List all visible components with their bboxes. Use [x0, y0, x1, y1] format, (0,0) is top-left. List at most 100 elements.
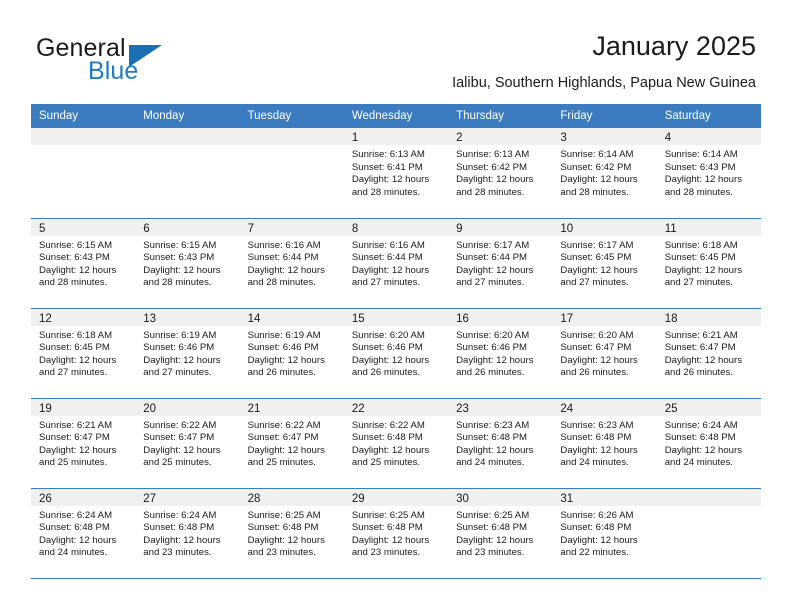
day-cell: 1 Sunrise: 6:13 AM Sunset: 6:41 PM Daylight… — [343, 128, 449, 217]
daylight-duration-line2: and 26 minutes. — [456, 367, 525, 379]
calendar-day-cell[interactable]: 18 Sunrise: 6:21 AM Sunset: 6:47 PM Dayligh… — [656, 308, 761, 399]
daylight-duration-line1: Daylight: 12 hours — [351, 174, 430, 186]
calendar-day-cell[interactable]: 22 Sunrise: 6:22 AM Sunset: 6:48 PM Dayligh… — [343, 398, 449, 489]
calendar-day-cell[interactable]: 7 Sunrise: 6:16 AM Sunset: 6:44 PM Daylight… — [239, 218, 344, 309]
calendar-day-cell[interactable]: 9 Sunrise: 6:17 AM Sunset: 6:44 PM Daylight… — [448, 218, 553, 309]
calendar-day-cell[interactable]: 1 Sunrise: 6:13 AM Sunset: 6:41 PM Daylight… — [343, 128, 449, 219]
calendar-day-cell[interactable]: 19 Sunrise: 6:21 AM Sunset: 6:47 PM Dayligh… — [31, 398, 136, 489]
page-title: January 2025 — [592, 31, 756, 61]
daylight-duration-line2: and 27 minutes. — [39, 367, 108, 379]
calendar-day-cell[interactable]: 28 Sunrise: 6:25 AM Sunset: 6:48 PM Dayligh… — [239, 488, 344, 579]
daylight-duration-line2: and 26 minutes. — [247, 367, 316, 379]
day-cell: 5 Sunrise: 6:15 AM Sunset: 6:43 PM Daylight… — [31, 218, 136, 308]
calendar-day-cell[interactable]: 12 Sunrise: 6:18 AM Sunset: 6:45 PM Dayligh… — [31, 308, 136, 399]
calendar-day-cell[interactable]: 24 Sunrise: 6:23 AM Sunset: 6:48 PM Dayligh… — [552, 398, 657, 489]
sunrise-time: Sunrise: 6:22 AM — [247, 419, 321, 431]
daylight-duration-line2: and 28 minutes. — [247, 277, 316, 289]
sunrise-time: Sunrise: 6:23 AM — [456, 419, 530, 431]
sunrise-time: Sunrise: 6:15 AM — [143, 239, 217, 251]
daylight-duration-line1: Daylight: 12 hours — [39, 444, 117, 456]
sunrise-time: Sunrise: 6:22 AM — [143, 419, 217, 431]
calendar-day-cell[interactable]: 4 Sunrise: 6:14 AM Sunset: 6:43 PM Daylight… — [656, 128, 761, 219]
day-number: 25 — [664, 402, 678, 415]
day-cell: 7 Sunrise: 6:16 AM Sunset: 6:44 PM Daylight… — [239, 218, 344, 308]
calendar-day-cell[interactable]: 5 Sunrise: 6:15 AM Sunset: 6:43 PM Daylight… — [31, 218, 136, 309]
day-number: 15 — [351, 312, 365, 325]
calendar-day-cell[interactable]: 17 Sunrise: 6:20 AM Sunset: 6:47 PM Dayligh… — [552, 308, 657, 399]
sunrise-time: Sunrise: 6:20 AM — [560, 329, 634, 341]
sunset-time: Sunset: 6:47 PM — [664, 342, 736, 354]
calendar-day-cell[interactable]: 13 Sunrise: 6:19 AM Sunset: 6:46 PM Dayligh… — [135, 308, 240, 399]
sunset-time: Sunset: 6:46 PM — [351, 342, 423, 354]
day-number-band — [656, 488, 761, 506]
calendar-day-cell[interactable]: 25 Sunrise: 6:24 AM Sunset: 6:48 PM Dayligh… — [656, 398, 761, 489]
calendar-day-cell[interactable]: 20 Sunrise: 6:22 AM Sunset: 6:47 PM Dayligh… — [135, 398, 240, 489]
sunrise-time: Sunrise: 6:17 AM — [456, 239, 530, 251]
sunrise-time: Sunrise: 6:13 AM — [351, 149, 425, 160]
weekday-header-monday: Monday — [135, 104, 240, 128]
daylight-duration-line2: and 26 minutes. — [351, 367, 421, 379]
daylight-duration-line1: Daylight: 12 hours — [664, 174, 743, 186]
day-details: Sunrise: 6:21 AM Sunset: 6:47 PM Daylight:… — [657, 326, 761, 380]
sunset-time: Sunset: 6:42 PM — [456, 161, 528, 173]
calendar-week-row: 12 Sunrise: 6:18 AM Sunset: 6:45 PM Dayligh… — [31, 308, 761, 399]
day-cell: 25 Sunrise: 6:24 AM Sunset: 6:48 PM Dayligh… — [656, 398, 761, 488]
sunset-time: Sunset: 6:44 PM — [456, 252, 528, 264]
calendar-day-cell[interactable]: 16 Sunrise: 6:20 AM Sunset: 6:46 PM Dayligh… — [448, 308, 553, 399]
day-number: 16 — [456, 312, 469, 325]
calendar-day-cell[interactable]: 6 Sunrise: 6:15 AM Sunset: 6:43 PM Daylight… — [135, 218, 240, 309]
day-cell: 2 Sunrise: 6:13 AM Sunset: 6:42 PM Daylight… — [448, 128, 553, 217]
calendar-day-cell[interactable]: 27 Sunrise: 6:24 AM Sunset: 6:48 PM Dayligh… — [135, 488, 240, 579]
daylight-duration-line1: Daylight: 12 hours — [351, 534, 430, 546]
daylight-duration-line1: Daylight: 12 hours — [664, 444, 743, 456]
daylight-duration-line1: Daylight: 12 hours — [351, 354, 430, 366]
calendar-day-cell[interactable]: 21 Sunrise: 6:22 AM Sunset: 6:47 PM Dayligh… — [239, 398, 344, 489]
sunset-time: Sunset: 6:48 PM — [456, 522, 528, 534]
calendar-day-cell[interactable]: 8 Sunrise: 6:16 AM Sunset: 6:44 PM Daylight… — [343, 218, 449, 309]
sunrise-sunset-calendar-table: Sunday Monday Tuesday Wednesday Thursday… — [31, 104, 761, 579]
day-details: Sunrise: 6:24 AM Sunset: 6:48 PM Daylight:… — [135, 506, 239, 560]
day-number: 1 — [351, 132, 359, 144]
day-cell: 21 Sunrise: 6:22 AM Sunset: 6:47 PM Dayligh… — [239, 398, 344, 488]
daylight-duration-line1: Daylight: 12 hours — [247, 264, 325, 276]
daylight-duration-line1: Daylight: 12 hours — [456, 444, 534, 456]
calendar-day-cell[interactable]: 10 Sunrise: 6:17 AM Sunset: 6:45 PM Dayligh… — [552, 218, 657, 309]
daylight-duration-line1: Daylight: 12 hours — [560, 264, 638, 276]
sunrise-time: Sunrise: 6:16 AM — [351, 239, 425, 251]
day-details: Sunrise: 6:20 AM Sunset: 6:47 PM Daylight:… — [552, 326, 656, 380]
daylight-duration-line1: Daylight: 12 hours — [456, 174, 534, 186]
day-details: Sunrise: 6:19 AM Sunset: 6:46 PM Daylight:… — [135, 326, 239, 380]
day-number-band: 3 — [552, 128, 657, 145]
day-number-band — [31, 128, 136, 145]
sunset-time: Sunset: 6:48 PM — [560, 522, 632, 534]
day-number-band — [135, 128, 240, 145]
day-number: 10 — [560, 222, 574, 235]
day-cell: 6 Sunrise: 6:15 AM Sunset: 6:43 PM Daylight… — [135, 218, 240, 308]
sunrise-time: Sunrise: 6:25 AM — [247, 509, 321, 521]
weekday-header-saturday: Saturday — [656, 104, 761, 128]
daylight-duration-line2: and 28 minutes. — [456, 186, 525, 198]
calendar-day-cell[interactable]: 30 Sunrise: 6:25 AM Sunset: 6:48 PM Dayligh… — [448, 488, 553, 579]
daylight-duration-line2: and 24 minutes. — [560, 457, 629, 469]
day-number-band: 13 — [135, 308, 240, 326]
day-cell: 20 Sunrise: 6:22 AM Sunset: 6:47 PM Dayligh… — [135, 398, 240, 488]
calendar-day-cell[interactable]: 15 Sunrise: 6:20 AM Sunset: 6:46 PM Dayligh… — [343, 308, 449, 399]
calendar-day-cell[interactable]: 14 Sunrise: 6:19 AM Sunset: 6:46 PM Dayligh… — [239, 308, 344, 399]
sunrise-time: Sunrise: 6:19 AM — [143, 329, 217, 341]
day-details: Sunrise: 6:20 AM Sunset: 6:46 PM Daylight:… — [448, 326, 552, 380]
calendar-day-cell[interactable]: 29 Sunrise: 6:25 AM Sunset: 6:48 PM Dayligh… — [343, 488, 449, 579]
general-blue-logo[interactable]: General Blue — [36, 36, 266, 90]
daylight-duration-line1: Daylight: 12 hours — [247, 444, 325, 456]
day-details: Sunrise: 6:19 AM Sunset: 6:46 PM Daylight:… — [240, 326, 344, 380]
calendar-day-cell[interactable]: 26 Sunrise: 6:24 AM Sunset: 6:48 PM Dayligh… — [31, 488, 136, 579]
day-number: 4 — [664, 132, 672, 144]
calendar-day-cell[interactable]: 31 Sunrise: 6:26 AM Sunset: 6:48 PM Dayligh… — [552, 488, 657, 579]
day-details: Sunrise: 6:25 AM Sunset: 6:48 PM Daylight:… — [448, 506, 552, 560]
daylight-duration-line2: and 25 minutes. — [351, 457, 421, 469]
calendar-day-cell[interactable]: 2 Sunrise: 6:13 AM Sunset: 6:42 PM Daylight… — [448, 128, 553, 219]
day-number: 29 — [351, 492, 365, 505]
calendar-day-cell[interactable]: 3 Sunrise: 6:14 AM Sunset: 6:42 PM Daylight… — [552, 128, 657, 219]
calendar-day-cell[interactable]: 11 Sunrise: 6:18 AM Sunset: 6:45 PM Dayligh… — [656, 218, 761, 309]
day-cell: 29 Sunrise: 6:25 AM Sunset: 6:48 PM Dayligh… — [343, 488, 449, 578]
calendar-day-cell[interactable]: 23 Sunrise: 6:23 AM Sunset: 6:48 PM Dayligh… — [448, 398, 553, 489]
